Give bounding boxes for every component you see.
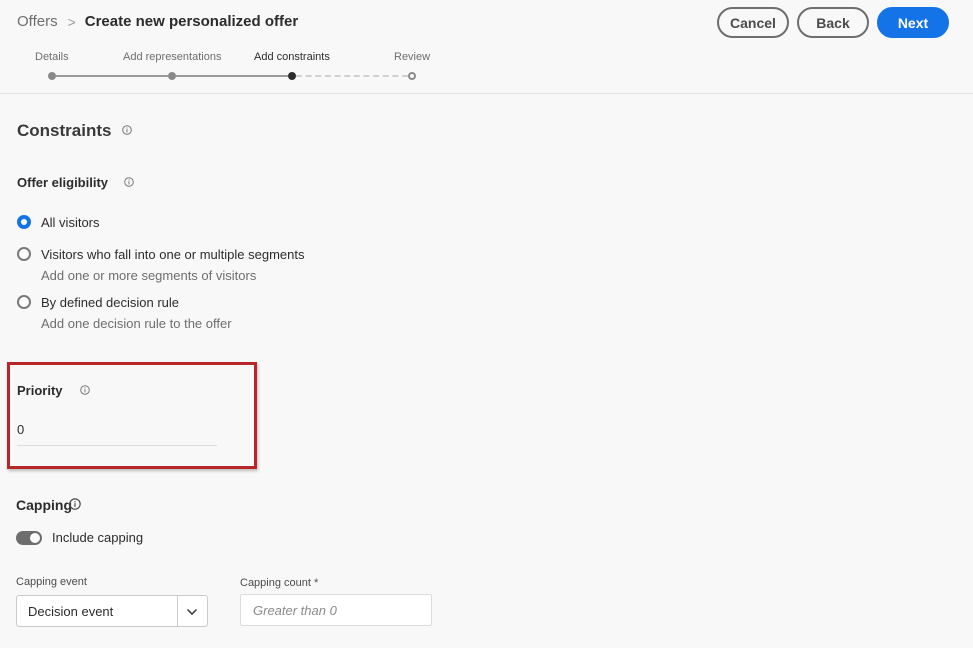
breadcrumb: Offers > Create new personalized offer [17, 13, 298, 30]
chevron-down-icon[interactable] [185, 605, 199, 619]
capping-count-label: Capping count [240, 577, 311, 589]
step-dot-review [408, 72, 416, 80]
include-capping-label: Include capping [52, 530, 144, 545]
step-label-add-representations: Add representations [123, 51, 222, 63]
include-capping-toggle[interactable] [16, 531, 42, 545]
step-connector-pending [296, 75, 408, 77]
step-dot-add-constraints [288, 72, 296, 80]
step-label-add-constraints: Add constraints [254, 51, 330, 63]
capping-event-value: Decision event [28, 604, 114, 619]
step-indicator: Details Add representations Add constrai… [0, 50, 973, 85]
chevron-right-icon: > [67, 13, 76, 30]
capping-event-select[interactable]: Decision event [16, 595, 208, 627]
info-icon[interactable] [80, 385, 90, 395]
page-title: Create new personalized offer [84, 13, 299, 30]
info-icon[interactable] [69, 498, 81, 510]
radio-description: Add one decision rule to the offer [41, 316, 232, 331]
priority-title: Priority [17, 383, 63, 398]
radio-button[interactable] [17, 295, 31, 309]
cancel-button[interactable]: Cancel [717, 7, 789, 38]
info-icon[interactable] [124, 177, 134, 187]
radio-label: Visitors who fall into one or multiple s… [41, 247, 305, 262]
select-divider [177, 596, 178, 626]
next-button[interactable]: Next [877, 7, 949, 38]
step-label-review: Review [394, 51, 431, 63]
breadcrumb-offers-link[interactable]: Offers [17, 13, 58, 30]
radio-button-selected[interactable] [17, 215, 31, 229]
required-asterisk: * [314, 577, 319, 589]
priority-input-underline [17, 445, 217, 446]
priority-highlight-box [7, 362, 257, 469]
info-icon[interactable] [122, 125, 132, 135]
radio-label: All visitors [41, 215, 100, 230]
capping-count-input[interactable] [240, 594, 432, 626]
offer-eligibility-title: Offer eligibility [17, 175, 109, 190]
step-dot-add-representations [168, 72, 176, 80]
page-header: Offers > Create new personalized offer C… [0, 0, 973, 94]
capping-title: Capping [16, 497, 72, 513]
capping-count-label-row: Capping count * [240, 577, 318, 589]
radio-label: By defined decision rule [41, 295, 180, 310]
capping-event-label: Capping event [16, 576, 87, 588]
back-button[interactable]: Back [797, 7, 869, 38]
radio-all-visitors[interactable]: All visitors [17, 214, 100, 231]
constraints-title: Constraints [17, 121, 112, 140]
step-dot-details [48, 72, 56, 80]
step-connector [56, 75, 168, 77]
step-connector [176, 75, 288, 77]
priority-input[interactable]: 0 [17, 422, 24, 437]
radio-segments[interactable]: Visitors who fall into one or multiple s… [17, 246, 305, 284]
radio-button[interactable] [17, 247, 31, 261]
step-label-details: Details [35, 51, 69, 63]
radio-description: Add one or more segments of visitors [41, 268, 257, 283]
toggle-knob [30, 533, 40, 543]
radio-decision-rule[interactable]: By defined decision rule Add one decisio… [17, 294, 232, 332]
